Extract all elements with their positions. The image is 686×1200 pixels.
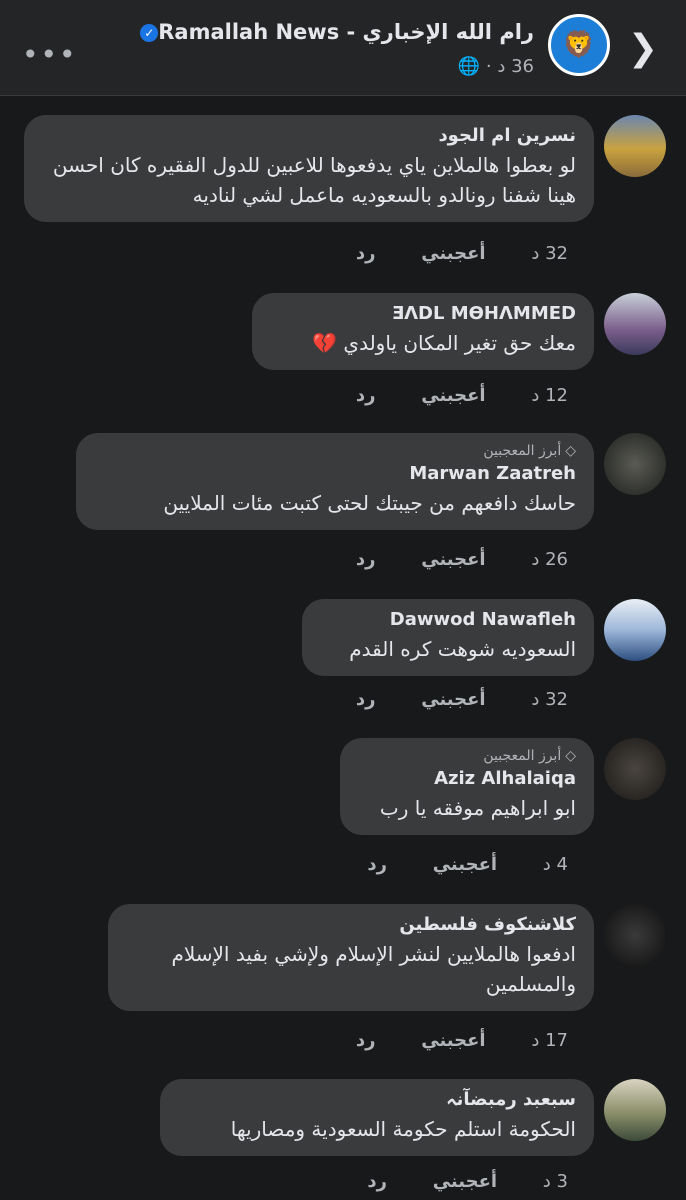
like-button[interactable]: أعجبني — [433, 854, 497, 875]
comment-bubble[interactable]: ◇أبرز المعجبين Aziz Alhalaiqa ابو ابراهي… — [340, 738, 594, 835]
avatar[interactable] — [604, 115, 666, 177]
top-fan-label: أبرز المعجبين — [483, 443, 562, 459]
comment-bubble[interactable]: ƎΛDL MӨHΛMMED معك حق تغير المكان ياولدي … — [252, 293, 594, 370]
comment-bubble[interactable]: ◇أبرز المعجبين Marwan Zaatreh حاسك دافعه… — [76, 433, 594, 530]
avatar[interactable] — [604, 738, 666, 800]
page-avatar[interactable]: 🦁 — [548, 14, 610, 76]
comment-text: ادفعوا هالملايين لنشر الإسلام ولإشي بفيد… — [171, 942, 576, 996]
comment-actions: 4 د أعجبني رد — [327, 854, 568, 875]
like-button[interactable]: أعجبني — [421, 385, 485, 406]
comment-author[interactable]: نسرين ام الجود — [42, 125, 576, 146]
more-options-icon[interactable]: ••• — [22, 38, 78, 71]
comment-time: 12 د — [531, 385, 568, 406]
comment-actions: 32 د أعجبني رد — [316, 243, 568, 264]
comment-bubble[interactable]: نسرين ام الجود لو بعطوا هالملاين ياي يدف… — [24, 115, 594, 222]
comment-text: الحكومة استلم حكومة السعودية ومصاريها — [230, 1117, 576, 1141]
comment-text: حاسك دافعهم من جيبتك لحتى كتبت مئات المل… — [163, 491, 576, 515]
comment-author[interactable]: ƎΛDL MӨHΛMMED — [270, 303, 576, 324]
comment-text: ابو ابراهيم موفقه يا رب — [379, 796, 576, 820]
post-header: ••• ❯ 🦁 رام الله الإخباري - Ramallah New… — [0, 0, 686, 96]
avatar[interactable] — [604, 599, 666, 661]
comment-time: 4 د — [542, 854, 568, 875]
reply-button[interactable]: رد — [367, 1171, 387, 1192]
comment-author[interactable]: Aziz Alhalaiqa — [358, 768, 576, 789]
comment-actions: 12 د أعجبني رد — [316, 385, 568, 406]
comment-actions: 32 د أعجبني رد — [316, 689, 568, 710]
comment-text: لو بعطوا هالملاين ياي يدفعوها للاعبين لل… — [52, 153, 576, 207]
like-button[interactable]: أعجبني — [421, 243, 485, 264]
comment-bubble[interactable]: Dawwod Nawafleh السعوديه شوهت كره القدم — [302, 599, 594, 676]
comment-author[interactable]: Marwan Zaatreh — [94, 463, 576, 484]
reply-button[interactable]: رد — [356, 385, 376, 406]
comment-actions: 17 د أعجبني رد — [316, 1030, 568, 1051]
verified-badge-icon: ✓ — [140, 24, 159, 42]
comment-time: 32 د — [531, 243, 568, 264]
comment-text: السعوديه شوهت كره القدم — [349, 637, 576, 661]
like-button[interactable]: أعجبني — [421, 1030, 485, 1051]
post-meta: 36 د · 🌐 — [458, 56, 534, 77]
like-button[interactable]: أعجبني — [421, 549, 485, 570]
page-name[interactable]: رام الله الإخباري - Ramallah News — [158, 20, 534, 44]
diamond-icon: ◇ — [565, 443, 576, 459]
reply-button[interactable]: رد — [356, 689, 376, 710]
page-title[interactable]: رام الله الإخباري - Ramallah News✓ — [134, 20, 534, 44]
comment-time: 17 د — [531, 1030, 568, 1051]
avatar[interactable] — [604, 293, 666, 355]
like-button[interactable]: أعجبني — [421, 689, 485, 710]
globe-icon: 🌐 — [457, 56, 481, 77]
post-time: 36 د · — [485, 56, 534, 77]
top-fan-label: أبرز المعجبين — [483, 748, 562, 764]
top-fan-badge: ◇أبرز المعجبين — [94, 443, 576, 459]
comment-actions: 3 د أعجبني رد — [327, 1171, 568, 1192]
comment-time: 26 د — [531, 549, 568, 570]
reply-button[interactable]: رد — [367, 854, 387, 875]
top-fan-badge: ◇أبرز المعجبين — [358, 748, 576, 764]
reply-button[interactable]: رد — [356, 243, 376, 264]
comment-time: 32 د — [531, 689, 568, 710]
comment-bubble[interactable]: كلاشنكوف فلسطين ادفعوا هالملايين لنشر ال… — [108, 904, 594, 1011]
comment-author[interactable]: Dawwod Nawafleh — [320, 609, 576, 630]
reply-button[interactable]: رد — [356, 549, 376, 570]
diamond-icon: ◇ — [565, 748, 576, 764]
back-chevron-icon[interactable]: ❯ — [628, 28, 658, 69]
reply-button[interactable]: رد — [356, 1030, 376, 1051]
comment-text: معك حق تغير المكان ياولدي 💔 — [312, 331, 576, 355]
like-button[interactable]: أعجبني — [433, 1171, 497, 1192]
comment-time: 3 د — [542, 1171, 568, 1192]
avatar[interactable] — [604, 1079, 666, 1141]
comment-author[interactable]: كلاشنكوف فلسطين — [126, 914, 576, 935]
comment-author[interactable]: سبعبد رمبضآنہ — [178, 1089, 576, 1110]
comment-bubble[interactable]: سبعبد رمبضآنہ الحكومة استلم حكومة السعود… — [160, 1079, 594, 1156]
avatar[interactable] — [604, 904, 666, 966]
avatar[interactable] — [604, 433, 666, 495]
comment-actions: 26 د أعجبني رد — [316, 549, 568, 570]
